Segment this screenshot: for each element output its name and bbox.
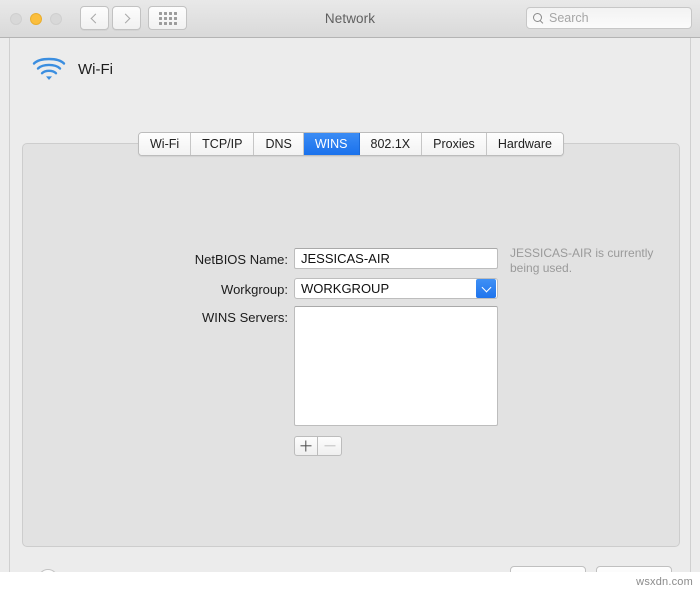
chevron-down-icon[interactable] — [476, 279, 496, 298]
preferences-sheet: Wi-Fi Wi-Fi TCP/IP DNS WINS 802.1X Proxi… — [0, 38, 700, 590]
search-placeholder: Search — [549, 11, 589, 25]
bottom-strip — [0, 572, 700, 590]
netbios-name-label: NetBIOS Name: — [194, 252, 288, 267]
wifi-icon — [32, 56, 66, 82]
tab-wins[interactable]: WINS — [303, 133, 360, 155]
workgroup-label: Workgroup: — [221, 282, 288, 297]
wins-servers-controls — [294, 436, 342, 456]
workgroup-combobox[interactable]: WORKGROUP — [294, 278, 498, 299]
network-preferences-window: Network Search Wi-Fi Wi-Fi TCP/IP DNS WI… — [0, 0, 700, 590]
tab-8021x[interactable]: 802.1X — [359, 133, 423, 155]
netbios-usage-note: JESSICAS-AIR is currently being used. — [510, 246, 654, 275]
tab-wifi[interactable]: Wi-Fi — [139, 133, 192, 155]
title-bar: Network Search — [0, 0, 700, 38]
remove-wins-server-button — [318, 436, 342, 456]
service-name: Wi-Fi — [78, 60, 113, 78]
wins-servers-list[interactable] — [294, 306, 498, 426]
service-header: Wi-Fi — [32, 56, 113, 82]
tab-dns[interactable]: DNS — [254, 133, 304, 155]
tab-tcpip[interactable]: TCP/IP — [191, 133, 255, 155]
watermark: wsxdn.com — [636, 576, 693, 588]
wins-settings-panel: NetBIOS Name: JESSICAS-AIR Workgroup: WO… — [22, 143, 680, 547]
search-icon — [533, 12, 544, 24]
add-wins-server-button[interactable] — [294, 436, 318, 456]
search-field[interactable]: Search — [526, 7, 692, 29]
tab-proxies[interactable]: Proxies — [422, 133, 487, 155]
netbios-name-input[interactable]: JESSICAS-AIR — [294, 248, 498, 269]
tab-bar: Wi-Fi TCP/IP DNS WINS 802.1X Proxies Har… — [10, 132, 692, 156]
tab-hardware[interactable]: Hardware — [486, 133, 563, 155]
wins-servers-label: WINS Servers: — [202, 310, 288, 325]
workgroup-value: WORKGROUP — [301, 281, 390, 296]
sheet-content: Wi-Fi Wi-Fi TCP/IP DNS WINS 802.1X Proxi… — [9, 38, 691, 590]
